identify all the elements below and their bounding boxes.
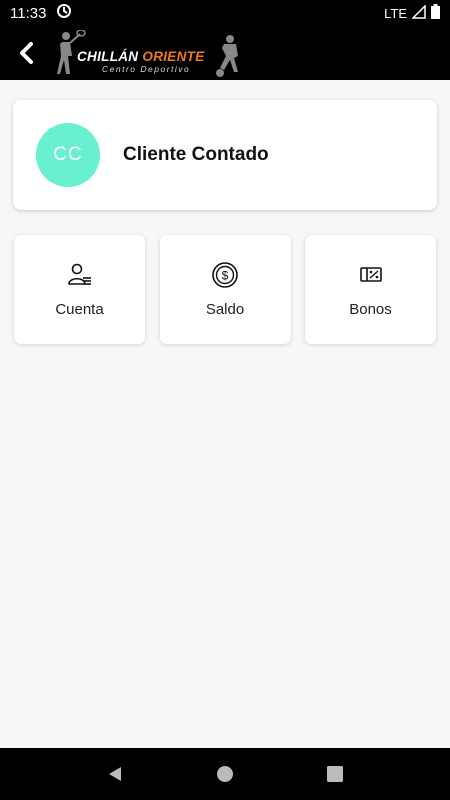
system-nav-bar	[0, 748, 450, 800]
menu-tiles: Cuenta $ Saldo Bonos	[14, 235, 436, 344]
nav-recents-button[interactable]	[315, 754, 355, 794]
app-bar: CHILLÁN ORIENTE Centro Deportivo	[0, 26, 450, 80]
bonus-tile-label: Bonos	[349, 301, 392, 318]
voucher-percent-icon	[357, 261, 385, 289]
logo-tagline: Centro Deportivo	[102, 64, 191, 74]
back-button[interactable]	[0, 26, 52, 80]
battery-icon	[431, 4, 440, 22]
back-arrow-icon	[20, 42, 33, 64]
balance-tile-label: Saldo	[205, 301, 245, 318]
data-saver-icon	[56, 3, 72, 23]
logo-brand: CHILLÁN ORIENTE	[77, 49, 205, 64]
nav-home-button[interactable]	[205, 754, 245, 794]
nav-back-button[interactable]	[95, 754, 135, 794]
app-logo: CHILLÁN ORIENTE Centro Deportivo	[52, 26, 252, 80]
soccer-player-icon	[216, 35, 238, 77]
svg-text:$: $	[222, 269, 229, 283]
triangle-back-icon	[109, 767, 121, 781]
avatar: CC	[36, 123, 100, 187]
account-tile-label: Cuenta	[55, 301, 104, 318]
bonus-tile[interactable]: Bonos	[305, 235, 436, 344]
balance-tile[interactable]: $ Saldo	[159, 235, 291, 344]
status-time: 11:33	[10, 4, 47, 22]
square-recents-icon	[327, 766, 343, 782]
circle-home-icon	[217, 766, 233, 782]
network-type: LTE	[384, 5, 407, 21]
profile-card: CC Cliente Contado	[13, 100, 437, 210]
signal-icon	[411, 3, 426, 22]
coin-icon: $	[211, 261, 239, 289]
client-name: Cliente Contado	[123, 144, 269, 165]
user-list-icon	[66, 261, 94, 289]
account-tile[interactable]: Cuenta	[14, 235, 145, 344]
status-bar: 11:33 LTE	[0, 0, 450, 26]
